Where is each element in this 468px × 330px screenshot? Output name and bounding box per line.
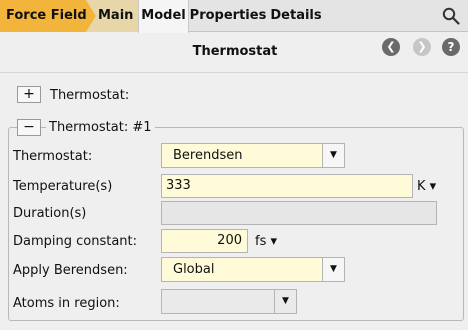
duration-label: Duration(s) — [13, 206, 87, 221]
apply-berendsen-value: Global — [173, 262, 215, 277]
tab-bar: Force Field Main Model Properties Detail… — [0, 0, 468, 33]
expand-thermostat-button[interactable]: + — [17, 86, 41, 103]
temperature-label: Temperature(s) — [13, 179, 113, 194]
thermostat-select-value: Berendsen — [173, 148, 243, 163]
collapse-thermostat-1-button[interactable]: − — [17, 119, 41, 136]
thermostat-section-label: Thermostat: — [50, 88, 130, 103]
damping-constant-label: Damping constant: — [13, 234, 138, 249]
help-icon[interactable]: ? — [442, 38, 460, 56]
tab-force-field[interactable]: Force Field — [0, 0, 96, 32]
tab-properties[interactable]: Properties — [189, 0, 267, 32]
search-icon[interactable] — [442, 7, 460, 25]
thermostat-select[interactable]: Berendsen ▼ — [161, 143, 345, 168]
apply-berendsen-label: Apply Berendsen: — [13, 263, 128, 278]
duration-input — [161, 201, 437, 225]
thermostat-label: Thermostat: — [13, 149, 93, 164]
back-icon[interactable]: ❮ — [382, 38, 400, 56]
tab-details[interactable]: Details — [268, 0, 324, 32]
atoms-in-region-label: Atoms in region: — [13, 296, 120, 311]
apply-berendsen-select[interactable]: Global ▼ — [161, 257, 345, 282]
tab-model[interactable]: Model — [138, 0, 189, 33]
damping-unit-select[interactable]: fs ▾ — [255, 234, 277, 249]
temperature-unit-select[interactable]: K ▾ — [417, 179, 436, 194]
chevron-down-icon: ▼ — [322, 258, 344, 281]
divider — [0, 72, 468, 73]
chevron-down-icon: ▼ — [322, 144, 344, 167]
forward-icon[interactable]: ❯ — [413, 38, 431, 56]
damping-constant-input[interactable]: 200 — [161, 229, 248, 253]
atoms-in-region-select[interactable]: ▼ — [161, 289, 297, 314]
thermostat-1-title: Thermostat: #1 — [46, 120, 155, 135]
chevron-down-icon: ▼ — [274, 290, 296, 313]
temperature-input[interactable]: 333 — [161, 174, 413, 198]
